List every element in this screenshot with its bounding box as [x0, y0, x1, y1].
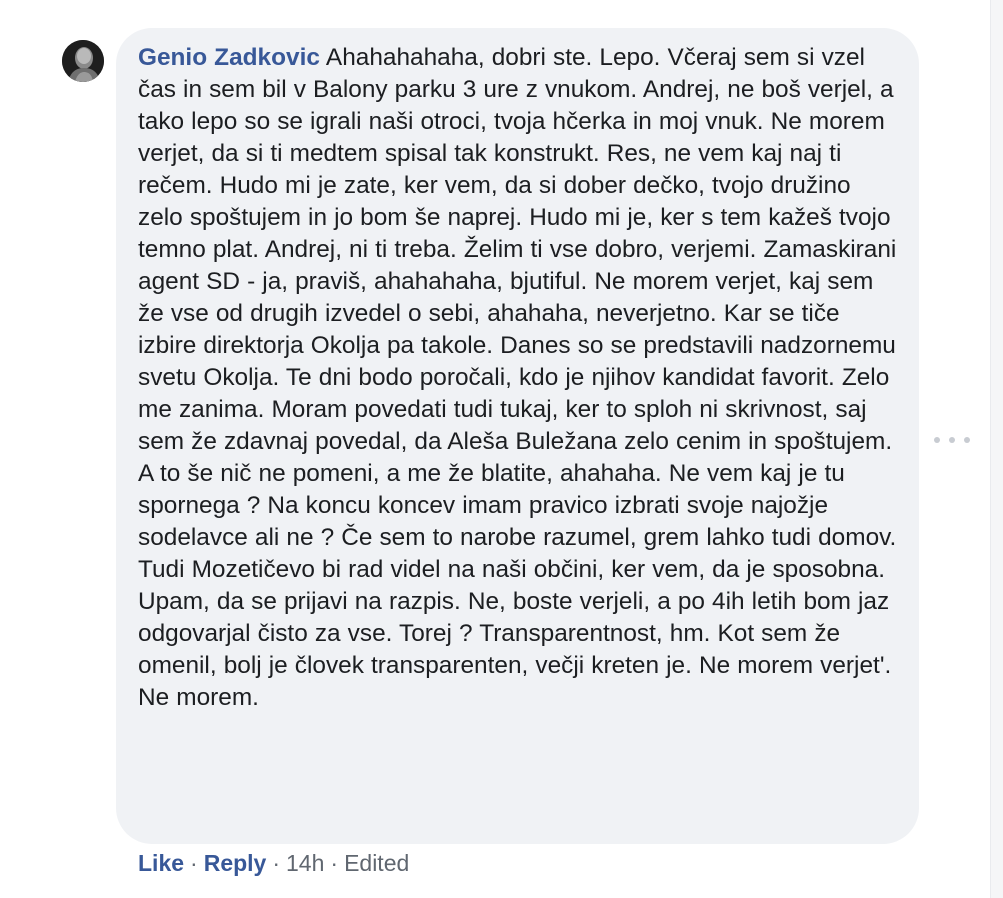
- comment-bubble: Genio Zadkovic Ahahahahaha, dobri ste. Le…: [116, 28, 919, 844]
- scrollbar-track[interactable]: [990, 0, 1003, 898]
- like-link[interactable]: Like: [138, 850, 184, 876]
- edited-label[interactable]: Edited: [344, 850, 409, 876]
- reply-link[interactable]: Reply: [204, 850, 267, 876]
- comment-actions: Like · Reply · 14h · Edited: [138, 848, 409, 878]
- timestamp-link[interactable]: 14h: [286, 850, 324, 876]
- comment-thread: Genio Zadkovic Ahahahahaha, dobri ste. Le…: [0, 0, 1003, 898]
- dot-icon: [964, 437, 970, 443]
- more-options-icon[interactable]: [934, 428, 970, 452]
- comment-body: Genio Zadkovic Ahahahahaha, dobri ste. Le…: [138, 42, 897, 714]
- dot-icon: [934, 437, 940, 443]
- dot-icon: [949, 437, 955, 443]
- separator: ·: [190, 850, 198, 876]
- separator: ·: [272, 850, 281, 876]
- comment-author-link[interactable]: Genio Zadkovic: [138, 44, 320, 71]
- avatar[interactable]: [62, 40, 104, 82]
- separator: ·: [330, 850, 339, 876]
- comment-text: Ahahahahaha, dobri ste. Lepo. Včeraj sem…: [138, 44, 897, 711]
- profile-photo-icon: [62, 40, 104, 82]
